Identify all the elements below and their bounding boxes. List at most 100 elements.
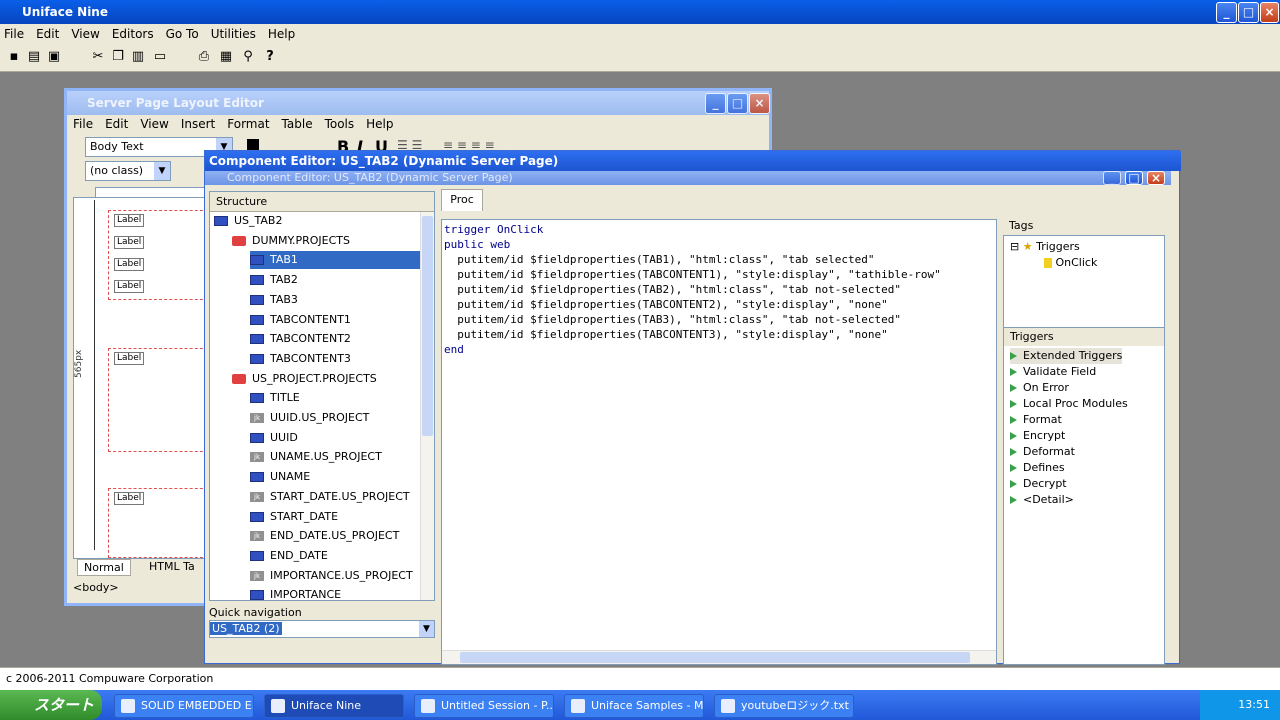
label-widget[interactable]: Label [114,258,145,271]
tree-node[interactable]: jk IMPORTANCE.US_PROJECT [250,567,413,585]
properties-icon[interactable]: ▦ [218,49,234,65]
tag-root-label: Triggers [1036,240,1080,253]
field-icon [214,216,228,226]
trigger-item[interactable]: Local Proc Modules [1010,396,1128,412]
cut-icon[interactable]: ✂ [90,49,106,65]
label-widget[interactable]: Label [114,214,145,227]
trigger-label: On Error [1023,381,1069,394]
maximize-button[interactable]: □ [1238,2,1259,23]
close-button[interactable]: × [1260,2,1279,23]
tree-node[interactable]: DUMMY.PROJECTS [232,232,350,250]
label-widget[interactable]: Label [114,492,145,505]
task-notepad[interactable]: youtubeロジック.txt - ... [714,694,854,718]
minimize-button[interactable]: _ [1216,2,1237,23]
class-combo[interactable]: (no class) ▼ [85,161,171,181]
tag-triggers-node[interactable]: ⊟ ★ Triggers [1010,240,1080,253]
task-untitled-session[interactable]: Untitled Session - P... [414,694,554,718]
tree-node[interactable]: TABCONTENT3 [250,350,351,368]
tag-onclick-node[interactable]: OnClick [1044,256,1097,269]
tab-proc[interactable]: Proc [441,189,483,211]
ce-maximize-button[interactable]: □ [1125,171,1143,185]
tree-node[interactable]: END_DATE [250,547,328,565]
proc-code-editor[interactable]: trigger OnClick public web putitem/id $f… [441,219,997,665]
trigger-label: Encrypt [1023,429,1066,442]
code-line: putitem/id $fieldproperties(TAB2), "html… [444,283,901,296]
trigger-item[interactable]: Deformat [1010,444,1075,460]
tree-node[interactable]: UUID [250,429,298,447]
trigger-item[interactable]: Format [1010,412,1062,428]
layout-menu-help[interactable]: Help [366,117,393,131]
label-widget[interactable]: Label [114,352,145,365]
menu-utilities[interactable]: Utilities [211,27,256,41]
print-icon[interactable]: ⎙ [196,49,212,65]
scrollbar-thumb[interactable] [460,652,970,663]
collapse-icon[interactable]: ⊟ [1010,240,1019,253]
tree-node[interactable]: START_DATE [250,508,338,526]
chevron-down-icon[interactable]: ▼ [154,162,170,180]
new-icon[interactable]: ▭ [152,49,168,65]
tree-node[interactable]: IMPORTANCE [250,586,341,604]
scrollbar-thumb[interactable] [422,216,433,436]
menu-editors[interactable]: Editors [112,27,154,41]
layout-maximize-button[interactable]: □ [727,93,748,114]
quick-nav-select[interactable]: US_TAB2 (2) ▼ [209,620,435,638]
tree-node[interactable]: UNAME [250,468,310,486]
trigger-item[interactable]: On Error [1010,380,1069,396]
layout-menu-view[interactable]: View [140,117,168,131]
layout-minimize-button[interactable]: _ [705,93,726,114]
layout-menu-file[interactable]: File [73,117,93,131]
tree-node[interactable]: TAB2 [250,271,298,289]
layout-canvas[interactable]: 565px Label Label Label Label Label Labe… [73,197,208,559]
trigger-item[interactable]: Decrypt [1010,476,1067,492]
trigger-item[interactable]: Defines [1010,460,1065,476]
layout-menu-insert[interactable]: Insert [181,117,215,131]
trigger-item[interactable]: Validate Field [1010,364,1096,380]
ce-close-button[interactable]: × [1147,171,1165,185]
structure-scrollbar[interactable] [420,212,434,600]
menu-edit[interactable]: Edit [36,27,59,41]
tree-node[interactable]: US_TAB2 [214,212,282,230]
trigger-item[interactable]: Encrypt [1010,428,1065,444]
trigger-item[interactable]: Extended Triggers [1010,348,1123,364]
task-uniface-samples[interactable]: Uniface Samples - M... [564,694,704,718]
chevron-down-icon[interactable]: ▼ [419,621,434,637]
tree-node[interactable]: TABCONTENT1 [250,311,351,329]
tree-node[interactable]: jk UNAME.US_PROJECT [250,448,382,466]
code-line: putitem/id $fieldproperties(TABCONTENT3)… [444,328,888,341]
tab-normal[interactable]: Normal [77,559,131,576]
task-uniface-nine[interactable]: Uniface Nine [264,694,404,718]
help-icon[interactable]: ? [262,49,278,65]
layout-close-button[interactable]: × [749,93,770,114]
code-text[interactable]: trigger OnClick public web putitem/id $f… [444,222,994,357]
save-icon[interactable]: ▣ [46,49,62,65]
tree-node[interactable]: TAB3 [250,291,298,309]
layout-menu-table[interactable]: Table [282,117,313,131]
start-button[interactable]: スタート [0,690,102,720]
label-widget[interactable]: Label [114,280,145,293]
tree-node[interactable]: jk END_DATE.US_PROJECT [250,527,399,545]
tab-html[interactable]: HTML Ta [143,559,201,574]
tree-node[interactable]: jk START_DATE.US_PROJECT [250,488,410,506]
find-icon[interactable]: ⚲ [240,49,256,65]
code-hscrollbar[interactable] [442,650,996,664]
layout-menu-format[interactable]: Format [227,117,269,131]
tree-node[interactable]: US_PROJECT.PROJECTS [232,370,377,388]
copy-icon[interactable]: ❐ [110,49,126,65]
menu-goto[interactable]: Go To [166,27,199,41]
tree-node[interactable]: TAB1 [250,251,420,270]
label-widget[interactable]: Label [114,236,145,249]
tree-node[interactable]: TABCONTENT2 [250,330,351,348]
tree-node[interactable]: jk UUID.US_PROJECT [250,409,369,427]
menu-view[interactable]: View [71,27,99,41]
show-icon[interactable]: ▪ [6,49,22,65]
trigger-item[interactable]: <Detail> [1010,492,1074,508]
menu-file[interactable]: File [4,27,24,41]
task-solid[interactable]: SOLID EMBEDDED E... [114,694,254,718]
ce-minimize-button[interactable]: _ [1103,171,1121,185]
layout-menu-edit[interactable]: Edit [105,117,128,131]
tree-node[interactable]: TITLE [250,389,300,407]
menu-help[interactable]: Help [268,27,295,41]
paste-icon[interactable]: ▥ [130,49,146,65]
layout-menu-tools[interactable]: Tools [325,117,355,131]
stacked-windows-icon[interactable]: ▤ [26,49,42,65]
